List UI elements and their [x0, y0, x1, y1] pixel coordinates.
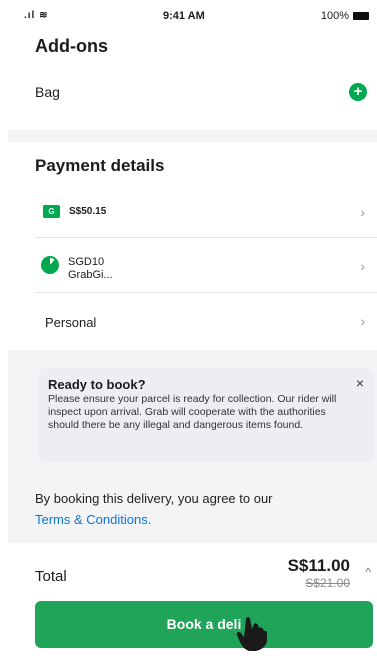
gift-card-name: GrabGi...	[68, 269, 113, 281]
original-price: S$21.00	[305, 576, 350, 590]
notice-body: Please ensure your parcel is ready for c…	[48, 393, 337, 431]
close-icon[interactable]: ×	[356, 375, 364, 391]
chevron-right-icon: ›	[360, 313, 365, 329]
gift-card-amount: SGD10	[68, 256, 105, 268]
phone-screen: .ıl ≋ 9:41 AM 100% Add-ons Bag + Payment…	[8, 0, 377, 659]
battery-indicator: 100%	[321, 10, 369, 22]
notice-title: Ready to book?	[48, 377, 146, 392]
agreement-text: By booking this delivery, you agree to o…	[35, 488, 273, 530]
battery-percent: 100%	[320, 10, 349, 22]
signal-wifi-icon: .ıl ≋	[24, 10, 49, 21]
payment-title: Payment details	[35, 156, 165, 175]
total-price: S$11.00	[287, 556, 350, 575]
checkout-bar: Total S$11.00 S$21.00 ^ Book a deli	[8, 543, 377, 659]
total-label: Total	[35, 568, 67, 585]
agreement-label: By booking this delivery, you agree to o…	[35, 491, 273, 506]
wallet-balance: S$50.15	[69, 206, 107, 217]
gift-card-icon	[41, 256, 59, 274]
payment-details-section: Payment details › G S$50.15 › SGD10 Grab…	[8, 142, 377, 350]
book-delivery-button[interactable]: Book a deli	[35, 601, 373, 648]
addons-section: Add-ons Bag +	[8, 26, 377, 130]
status-time: 9:41 AM	[163, 10, 205, 22]
status-bar: .ıl ≋ 9:41 AM 100%	[8, 0, 377, 26]
terms-link[interactable]: Terms & Conditions.	[35, 509, 273, 530]
chevron-right-icon: ›	[360, 258, 365, 274]
gift-card-text: SGD10 GrabGi...	[68, 256, 113, 282]
tap-hand-icon	[236, 617, 267, 651]
profile-label: Personal	[45, 315, 97, 330]
chevron-up-icon[interactable]: ^	[365, 565, 371, 579]
ready-to-book-notice: Ready to book? Please ensure your parcel…	[38, 368, 374, 462]
addons-title: Add-ons	[35, 36, 108, 56]
chevron-right-icon: ›	[360, 204, 365, 220]
add-bag-button[interactable]: +	[349, 83, 367, 101]
addon-item-bag[interactable]: Bag	[35, 84, 60, 100]
grabpay-wallet-icon: G	[43, 205, 60, 218]
battery-icon	[353, 12, 369, 20]
